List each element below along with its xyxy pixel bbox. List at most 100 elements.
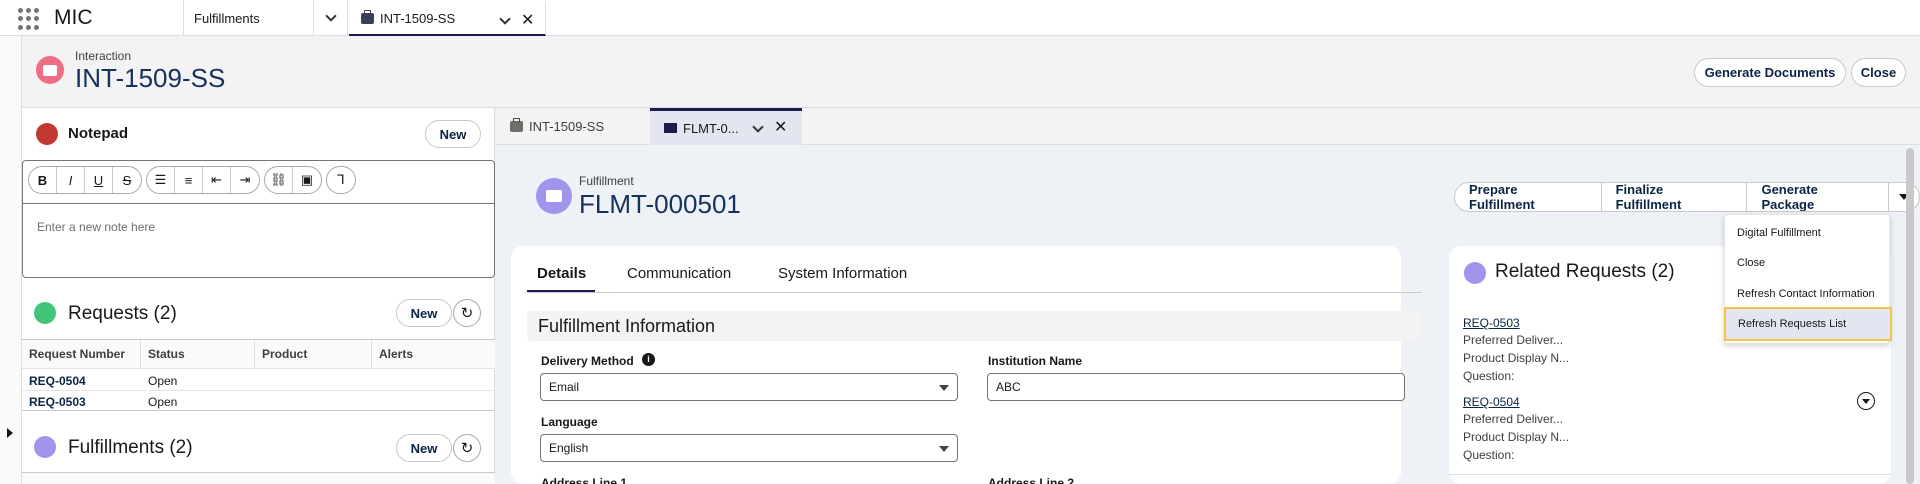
generate-package-button[interactable]: Generate Package <box>1747 183 1890 211</box>
page-title: INT-1509-SS <box>75 63 226 93</box>
request-link[interactable]: REQ-0503 <box>29 395 86 409</box>
select-value: English <box>549 441 589 455</box>
address-line-2-label: Address Line 2 <box>988 476 1075 484</box>
fulfillments-icon <box>34 436 56 458</box>
subtab-interaction[interactable]: INT-1509-SS <box>510 108 650 145</box>
card-divider <box>1449 474 1891 475</box>
chevron-down-icon <box>324 10 337 22</box>
finalize-fulfillment-button[interactable]: Finalize Fulfillment <box>1602 183 1748 211</box>
requests-title: Requests (2) <box>68 303 177 324</box>
outdent-icon[interactable]: ⇤ <box>203 167 231 193</box>
header-subtitle: Interaction <box>75 49 132 63</box>
more-actions-button[interactable] <box>1889 183 1919 211</box>
related-field: Product Display N... <box>1463 430 1570 444</box>
request-link[interactable]: REQ-0504 <box>29 374 86 388</box>
record-header <box>22 36 1920 108</box>
refresh-icon[interactable]: ↻ <box>453 299 481 327</box>
note-placeholder[interactable]: Enter a new note here <box>37 220 155 234</box>
envelope-icon <box>1464 262 1486 284</box>
related-requests-title: Related Requests (2) <box>1495 261 1675 282</box>
bold-button[interactable]: B <box>29 167 57 193</box>
address-line-1-label: Address Line 1 <box>541 476 628 484</box>
status-cell: Open <box>148 395 178 409</box>
nav-tab-label: Fulfillments <box>194 10 260 26</box>
expand-arrow-icon[interactable] <box>7 428 13 438</box>
generate-documents-button[interactable]: Generate Documents <box>1694 58 1846 87</box>
utility-gutter <box>0 36 22 484</box>
record-title: FLMT-000501 <box>579 189 741 219</box>
refresh-icon[interactable]: ↻ <box>453 434 481 462</box>
nav-tab-fulfillments[interactable]: Fulfillments <box>183 0 314 36</box>
editor-toolbar: B I U S ☰ ≡ ⇤ ⇥ ⛓ ▣ Ꞁ <box>28 166 356 196</box>
prepare-fulfillment-button[interactable]: Prepare Fulfillment <box>1455 183 1602 211</box>
related-request-link[interactable]: REQ-0503 <box>1463 316 1520 330</box>
tab-details[interactable]: Details <box>537 265 586 282</box>
menu-item-digital-fulfillment[interactable]: Digital Fulfillment <box>1725 218 1891 248</box>
subtab-fulfillment[interactable]: FLMT-0... ✕ <box>650 108 802 145</box>
bullet-list-icon[interactable]: ☰ <box>147 167 175 193</box>
divider <box>22 368 495 369</box>
fulfillments-title: Fulfillments (2) <box>68 437 193 458</box>
related-request-link[interactable]: REQ-0504 <box>1463 395 1520 409</box>
language-label: Language <box>541 415 598 429</box>
status-cell: Open <box>148 374 178 388</box>
strikethrough-button[interactable]: S <box>113 167 141 193</box>
italic-button[interactable]: I <box>57 167 85 193</box>
nav-tab-interaction[interactable]: INT-1509-SS ✕ <box>349 0 546 36</box>
underline-button[interactable]: U <box>85 167 113 193</box>
institution-name-input[interactable]: ABC <box>987 373 1405 401</box>
menu-item-refresh-contact-information[interactable]: Refresh Contact Information <box>1725 279 1891 309</box>
envelope-icon <box>536 178 572 214</box>
record-actions: Prepare Fulfillment Finalize Fulfillment… <box>1454 182 1920 212</box>
subtab-label: FLMT-0... <box>683 120 739 136</box>
related-field: Question: <box>1463 369 1515 383</box>
table-row: REQ-0504 Open <box>22 370 495 390</box>
app-name: MIC <box>54 6 93 29</box>
menu-item-refresh-requests-list[interactable]: Refresh Requests List <box>1724 307 1892 341</box>
close-button[interactable]: Close <box>1851 58 1906 87</box>
info-icon[interactable]: i <box>642 353 655 366</box>
column-header[interactable]: Alerts <box>372 340 495 368</box>
tab-system-information[interactable]: System Information <box>778 265 907 282</box>
related-field: Preferred Deliver... <box>1463 333 1564 347</box>
subtab-label: INT-1509-SS <box>529 119 605 134</box>
close-tab-icon[interactable]: ✕ <box>774 120 787 136</box>
clear-format-icon[interactable]: Ꞁ <box>327 167 355 193</box>
related-field: Product Display N... <box>1463 351 1570 365</box>
briefcase-icon <box>36 56 64 84</box>
notepad-icon <box>36 123 58 145</box>
nav-tab-label: INT-1509-SS <box>380 11 456 26</box>
nav-tab-dropdown-button[interactable] <box>314 0 348 36</box>
briefcase-icon <box>510 118 523 132</box>
tab-communication[interactable]: Communication <box>627 265 731 282</box>
column-header[interactable]: Request Number <box>22 340 141 368</box>
requests-new-button[interactable]: New <box>396 299 452 327</box>
related-field: Preferred Deliver... <box>1463 412 1564 426</box>
more-actions-menu: Digital Fulfillment Close Refresh Contac… <box>1724 214 1892 344</box>
requests-icon <box>34 302 56 324</box>
select-value: Email <box>549 380 580 394</box>
chevron-down-icon[interactable] <box>752 121 764 133</box>
section-title: Fulfillment Information <box>538 316 716 336</box>
image-icon[interactable]: ▣ <box>293 167 321 193</box>
row-actions-button[interactable] <box>1857 392 1875 410</box>
fulfillments-new-button[interactable]: New <box>396 434 452 462</box>
delivery-method-select[interactable]: Email <box>540 373 958 401</box>
table-row: REQ-0503 Open <box>22 391 495 411</box>
numbered-list-icon[interactable]: ≡ <box>175 167 203 193</box>
app-launcher-icon[interactable] <box>18 8 40 30</box>
close-tab-icon[interactable]: ✕ <box>521 13 534 29</box>
chevron-down-icon[interactable] <box>499 13 511 25</box>
caret-down-icon <box>1862 399 1870 404</box>
language-select[interactable]: English <box>540 434 958 462</box>
caret-down-icon <box>939 385 949 391</box>
column-header[interactable]: Product <box>255 340 372 368</box>
notepad-new-button[interactable]: New <box>425 120 481 148</box>
link-icon[interactable]: ⛓ <box>265 167 293 193</box>
menu-item-close[interactable]: Close <box>1725 248 1891 278</box>
indent-icon[interactable]: ⇥ <box>231 167 259 193</box>
delivery-method-label: Delivery Method <box>541 354 634 368</box>
notepad-title: Notepad <box>68 125 128 142</box>
column-header[interactable]: Status <box>141 340 255 368</box>
scrollbar[interactable] <box>1906 148 1914 484</box>
